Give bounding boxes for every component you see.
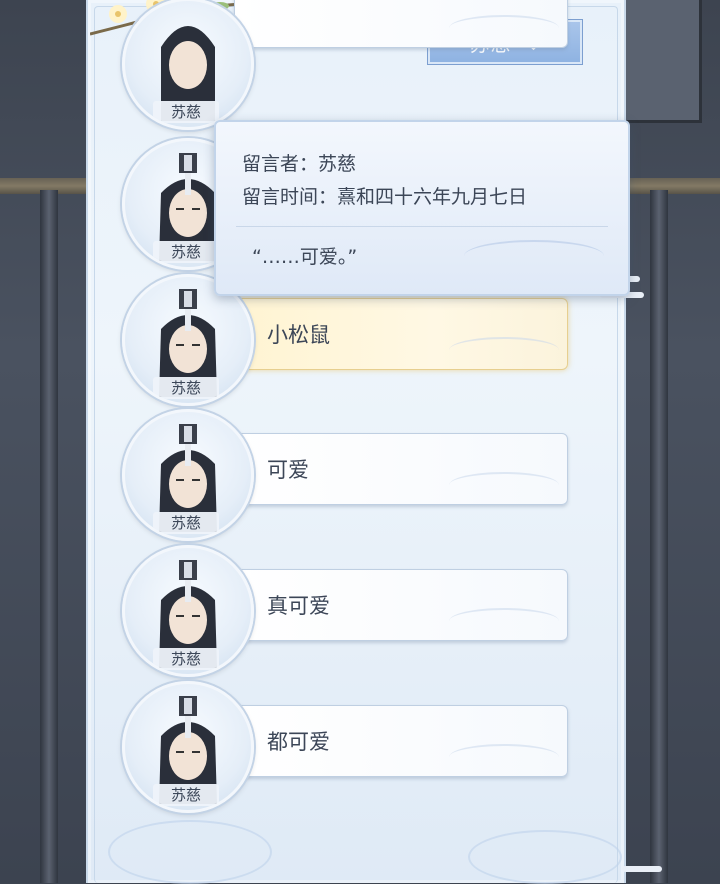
message-row: 苏慈 [122, 0, 574, 130]
avatar[interactable]: 苏慈 [122, 545, 254, 677]
avatar[interactable]: 苏慈 [122, 681, 254, 813]
message-row: 可爱 苏慈 [122, 409, 574, 541]
avatar[interactable]: 苏慈 [122, 0, 254, 130]
message-bubble[interactable] [234, 0, 568, 48]
cloud-decoration [108, 820, 272, 884]
background-pillar [650, 190, 668, 883]
message-bubble[interactable]: 真可爱 [234, 569, 568, 641]
tooltip-author: 苏慈 [318, 153, 357, 175]
background-pillar [40, 190, 58, 883]
message-bubble[interactable]: 都可爱 [234, 705, 568, 777]
tooltip-time-line: 留言时间：熹和四十六年九月七日 [242, 186, 528, 208]
tooltip-time: 熹和四十六年九月七日 [337, 186, 528, 208]
message-bubble-selected[interactable]: 小松鼠 [234, 298, 568, 370]
avatar-name: 苏慈 [153, 377, 219, 399]
scroll-handle [622, 866, 662, 872]
cloud-decoration [464, 240, 604, 272]
tooltip-quote: “……可爱。” [252, 246, 358, 268]
avatar-name: 苏慈 [153, 512, 219, 534]
message-row: 都可爱 苏慈 [122, 681, 574, 813]
tooltip-divider [236, 226, 608, 227]
avatar[interactable]: 苏慈 [122, 409, 254, 541]
message-bubble[interactable]: 可爱 [234, 433, 568, 505]
avatar-name: 苏慈 [153, 648, 219, 670]
background-window [616, 0, 702, 123]
message-detail-tooltip: 留言者：苏慈 留言时间：熹和四十六年九月七日 “……可爱。” [214, 120, 630, 296]
cloud-decoration [468, 830, 622, 884]
tooltip-author-line: 留言者：苏慈 [242, 153, 357, 175]
message-row: 真可爱 苏慈 [122, 545, 574, 677]
avatar-name: 苏慈 [153, 241, 219, 263]
avatar-name: 苏慈 [153, 784, 219, 806]
avatar-name: 苏慈 [153, 101, 219, 123]
